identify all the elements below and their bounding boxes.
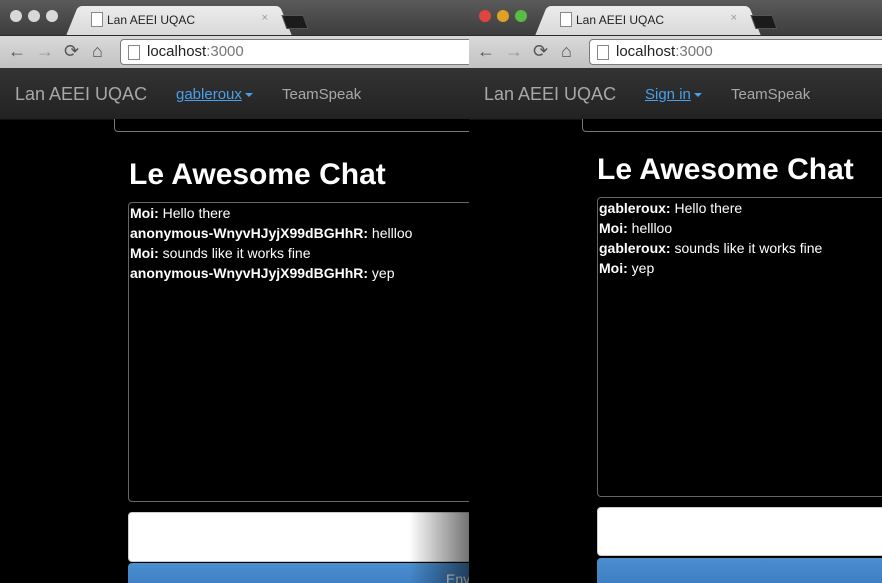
address-bar[interactable]: localhost:3000 bbox=[589, 39, 882, 65]
reload-icon[interactable]: ⟳ bbox=[64, 41, 79, 61]
nav-link-teamspeak[interactable]: TeamSpeak bbox=[731, 86, 810, 103]
browser-toolbar: ← → ⟳ ⌂ localhost:3000 bbox=[469, 36, 882, 69]
tab-title: Lan AEEI UQAC bbox=[576, 13, 665, 27]
reload-icon[interactable]: ⟳ bbox=[533, 41, 548, 61]
chat-message: Moi: hellloo bbox=[599, 220, 673, 236]
home-icon[interactable]: ⌂ bbox=[561, 41, 572, 61]
chat-message: Moi: Hello there bbox=[130, 205, 231, 221]
tab-close-icon[interactable]: × bbox=[262, 12, 268, 24]
chat-input[interactable] bbox=[597, 507, 882, 556]
window-controls bbox=[10, 10, 64, 28]
chat-message: anonymous-WnyvHJyjX99dBGHhR: hellloo bbox=[130, 225, 413, 241]
send-button[interactable] bbox=[597, 558, 882, 583]
nav-link-teamspeak[interactable]: TeamSpeak bbox=[282, 86, 361, 103]
site-brand[interactable]: Lan AEEI UQAC bbox=[484, 84, 616, 105]
chat-message: Moi: sounds like it works fine bbox=[130, 245, 311, 261]
window-controls bbox=[479, 10, 533, 28]
page-icon bbox=[597, 45, 609, 60]
tab-close-icon[interactable]: × bbox=[731, 12, 737, 24]
page-icon bbox=[128, 45, 140, 60]
sign-in-dropdown[interactable]: Sign in bbox=[645, 86, 702, 103]
user-menu-dropdown[interactable]: gableroux bbox=[176, 86, 253, 103]
home-icon[interactable]: ⌂ bbox=[92, 41, 103, 61]
url-text: localhost:3000 bbox=[616, 43, 713, 60]
chat-message: gableroux: Hello there bbox=[599, 200, 743, 216]
page-favicon-icon bbox=[91, 12, 103, 27]
new-tab-button[interactable] bbox=[281, 15, 309, 29]
chat-message: Moi: yep bbox=[599, 260, 655, 276]
minimize-window-button[interactable] bbox=[497, 10, 509, 22]
site-navbar: Lan AEEI UQAC gableroux TeamSpeak bbox=[0, 69, 469, 120]
browser-tab[interactable]: Lan AEEI UQAC × bbox=[555, 6, 741, 36]
chat-messages-box: gableroux: Hello there Moi: hellloo gabl… bbox=[597, 197, 882, 497]
address-bar[interactable]: localhost:3000 bbox=[120, 39, 469, 65]
zoom-window-button[interactable] bbox=[46, 10, 58, 22]
minimize-window-button[interactable] bbox=[28, 10, 40, 22]
chat-title: Le Awesome Chat bbox=[129, 158, 386, 191]
url-text: localhost:3000 bbox=[147, 43, 244, 60]
caret-down-icon bbox=[244, 93, 253, 98]
forward-arrow-icon[interactable]: → bbox=[505, 41, 523, 61]
page-favicon-icon bbox=[560, 12, 572, 27]
back-arrow-icon[interactable]: ← bbox=[8, 41, 26, 61]
chat-message: anonymous-WnyvHJyjX99dBGHhR: yep bbox=[130, 265, 395, 281]
new-tab-button[interactable] bbox=[750, 15, 778, 29]
site-brand[interactable]: Lan AEEI UQAC bbox=[15, 84, 147, 105]
chat-input[interactable] bbox=[128, 512, 469, 562]
chat-messages-box: Moi: Hello there anonymous-WnyvHJyjX99dB… bbox=[128, 202, 469, 502]
close-window-button[interactable] bbox=[479, 10, 491, 22]
close-window-button[interactable] bbox=[10, 10, 22, 22]
send-button-label: Env bbox=[446, 571, 469, 583]
tab-title: Lan AEEI UQAC bbox=[107, 13, 196, 27]
forward-arrow-icon[interactable]: → bbox=[36, 41, 54, 61]
hero-unit-edge bbox=[582, 119, 882, 132]
tab-strip: Lan AEEI UQAC × bbox=[469, 0, 882, 36]
chat-title: Le Awesome Chat bbox=[597, 153, 854, 186]
browser-tab[interactable]: Lan AEEI UQAC × bbox=[86, 6, 272, 36]
back-arrow-icon[interactable]: ← bbox=[477, 41, 495, 61]
browser-toolbar: ← → ⟳ ⌂ localhost:3000 bbox=[0, 36, 469, 69]
site-navbar: Lan AEEI UQAC Sign in TeamSpeak bbox=[469, 69, 882, 120]
caret-down-icon bbox=[693, 93, 702, 98]
browser-window-left: Lan AEEI UQAC × ← → ⟳ ⌂ localhost:3000 L… bbox=[0, 0, 469, 583]
send-button[interactable]: Env bbox=[128, 563, 469, 583]
hero-unit-edge bbox=[114, 119, 469, 132]
chat-message: gableroux: sounds like it works fine bbox=[599, 240, 823, 256]
browser-window-right: Lan AEEI UQAC × ← → ⟳ ⌂ localhost:3000 L… bbox=[469, 0, 882, 583]
tab-strip: Lan AEEI UQAC × bbox=[0, 0, 469, 36]
zoom-window-button[interactable] bbox=[515, 10, 527, 22]
